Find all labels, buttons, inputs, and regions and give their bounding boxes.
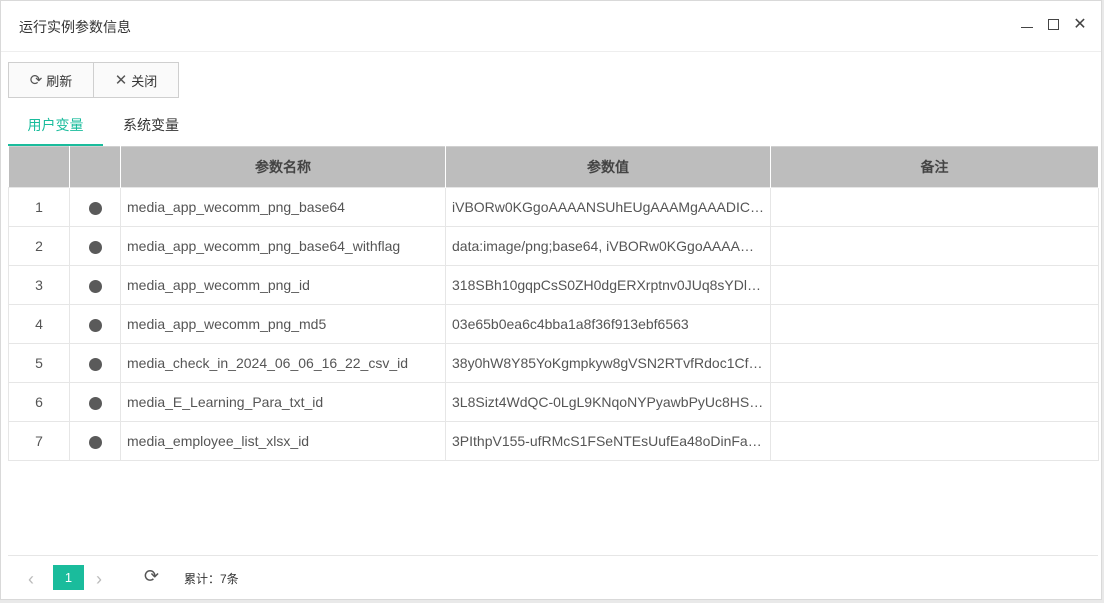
param-remark xyxy=(770,187,1099,227)
row-index: 3 xyxy=(8,265,70,305)
title-bar: 运行实例参数信息 ✕ xyxy=(1,1,1101,52)
close-button-label: 关闭 xyxy=(131,73,158,89)
row-index: 1 xyxy=(8,187,70,227)
row-index: 7 xyxy=(8,421,70,461)
param-name: media_app_wecomm_png_md5 xyxy=(120,304,446,344)
status-dot-icon xyxy=(88,318,102,332)
table-header-row: 参数名称 参数值 备注 xyxy=(8,146,1099,188)
param-name: media_app_wecomm_png_base64 xyxy=(120,187,446,227)
param-value: 3L8Sizt4WdQC-0LgL9KNqoNYPyawbPyUc8HS… xyxy=(445,382,771,422)
param-info-dialog: 运行实例参数信息 ✕ ⟳ 刷新 ✕ 关闭 用户变量 系统变量 参数名称 参数值 … xyxy=(0,0,1102,600)
param-value: 38y0hW8Y85YoKgmpkyw8gVSN2RTvfRdoc1Cf… xyxy=(445,343,771,383)
row-index: 4 xyxy=(8,304,70,344)
close-icon: ✕ xyxy=(114,72,128,89)
minimize-icon[interactable] xyxy=(1020,18,1034,32)
current-page-button[interactable]: 1 xyxy=(53,565,84,590)
close-button[interactable]: ✕ 关闭 xyxy=(94,62,179,98)
param-remark xyxy=(770,421,1099,461)
status-dot-icon xyxy=(88,357,102,371)
param-remark xyxy=(770,265,1099,305)
col-header-status xyxy=(69,146,121,188)
table-row[interactable]: 7 media_employee_list_xlsx_id 3PIthpV155… xyxy=(8,421,1099,461)
total-count: 累计：7条 xyxy=(184,572,239,586)
param-value: data:image/png;base64, iVBORw0KGgoAAAA… xyxy=(445,226,771,266)
col-header-index xyxy=(8,146,70,188)
status-dot-icon xyxy=(88,435,102,449)
next-page-icon[interactable]: › xyxy=(96,569,102,590)
params-table: 参数名称 参数值 备注 1 media_app_wecomm_png_base6… xyxy=(8,146,1099,461)
row-index: 2 xyxy=(8,226,70,266)
refresh-button-label: 刷新 xyxy=(46,73,73,89)
pagination-bar: ‹ 1 › ⟳ 累计：7条 xyxy=(8,555,1098,600)
col-header-remark[interactable]: 备注 xyxy=(770,146,1099,188)
param-remark xyxy=(770,226,1099,266)
col-header-param-value[interactable]: 参数值 xyxy=(445,146,771,188)
maximize-icon[interactable] xyxy=(1047,18,1061,32)
param-value: 3PIthpV155-ufRMcS1FSeNTEsUufEa48oDinFa… xyxy=(445,421,771,461)
param-remark xyxy=(770,304,1099,344)
toolbar: ⟳ 刷新 ✕ 关闭 xyxy=(8,62,179,99)
param-name: media_E_Learning_Para_txt_id xyxy=(120,382,446,422)
param-value: 318SBh10gqpCsS0ZH0dgERXrptnv0JUq8sYDl… xyxy=(445,265,771,305)
param-remark xyxy=(770,343,1099,383)
param-value: 03e65b0ea6c4bba1a8f36f913ebf6563 xyxy=(445,304,771,344)
refresh-icon: ⟳ xyxy=(29,72,43,89)
table-row[interactable]: 1 media_app_wecomm_png_base64 iVBORw0KGg… xyxy=(8,187,1099,227)
table-row[interactable]: 4 media_app_wecomm_png_md5 03e65b0ea6c4b… xyxy=(8,304,1099,344)
col-header-param-name[interactable]: 参数名称 xyxy=(120,146,446,188)
refresh-button[interactable]: ⟳ 刷新 xyxy=(8,62,94,98)
tab-system-variables[interactable]: 系统变量 xyxy=(108,108,194,144)
row-index: 6 xyxy=(8,382,70,422)
param-name: media_app_wecomm_png_base64_withflag xyxy=(120,226,446,266)
table-row[interactable]: 3 media_app_wecomm_png_id 318SBh10gqpCsS… xyxy=(8,265,1099,305)
table-row[interactable]: 5 media_check_in_2024_06_06_16_22_csv_id… xyxy=(8,343,1099,383)
param-name: media_employee_list_xlsx_id xyxy=(120,421,446,461)
status-dot-icon xyxy=(88,279,102,293)
param-name: media_app_wecomm_png_id xyxy=(120,265,446,305)
prev-page-icon[interactable]: ‹ xyxy=(28,569,34,590)
param-value: iVBORw0KGgoAAAANSUhEUgAAAMgAAADIC… xyxy=(445,187,771,227)
status-dot-icon xyxy=(88,240,102,254)
status-dot-icon xyxy=(88,201,102,215)
tab-user-variables[interactable]: 用户变量 xyxy=(8,108,103,146)
table-row[interactable]: 2 media_app_wecomm_png_base64_withflag d… xyxy=(8,226,1099,266)
reload-icon[interactable]: ⟳ xyxy=(144,566,159,587)
dialog-title: 运行实例参数信息 xyxy=(19,19,131,35)
status-dot-icon xyxy=(88,396,102,410)
close-icon[interactable]: ✕ xyxy=(1073,17,1087,33)
table-row[interactable]: 6 media_E_Learning_Para_txt_id 3L8Sizt4W… xyxy=(8,382,1099,422)
row-index: 5 xyxy=(8,343,70,383)
param-remark xyxy=(770,382,1099,422)
tab-bar: 用户变量 系统变量 xyxy=(8,108,1098,146)
param-name: media_check_in_2024_06_06_16_22_csv_id xyxy=(120,343,446,383)
